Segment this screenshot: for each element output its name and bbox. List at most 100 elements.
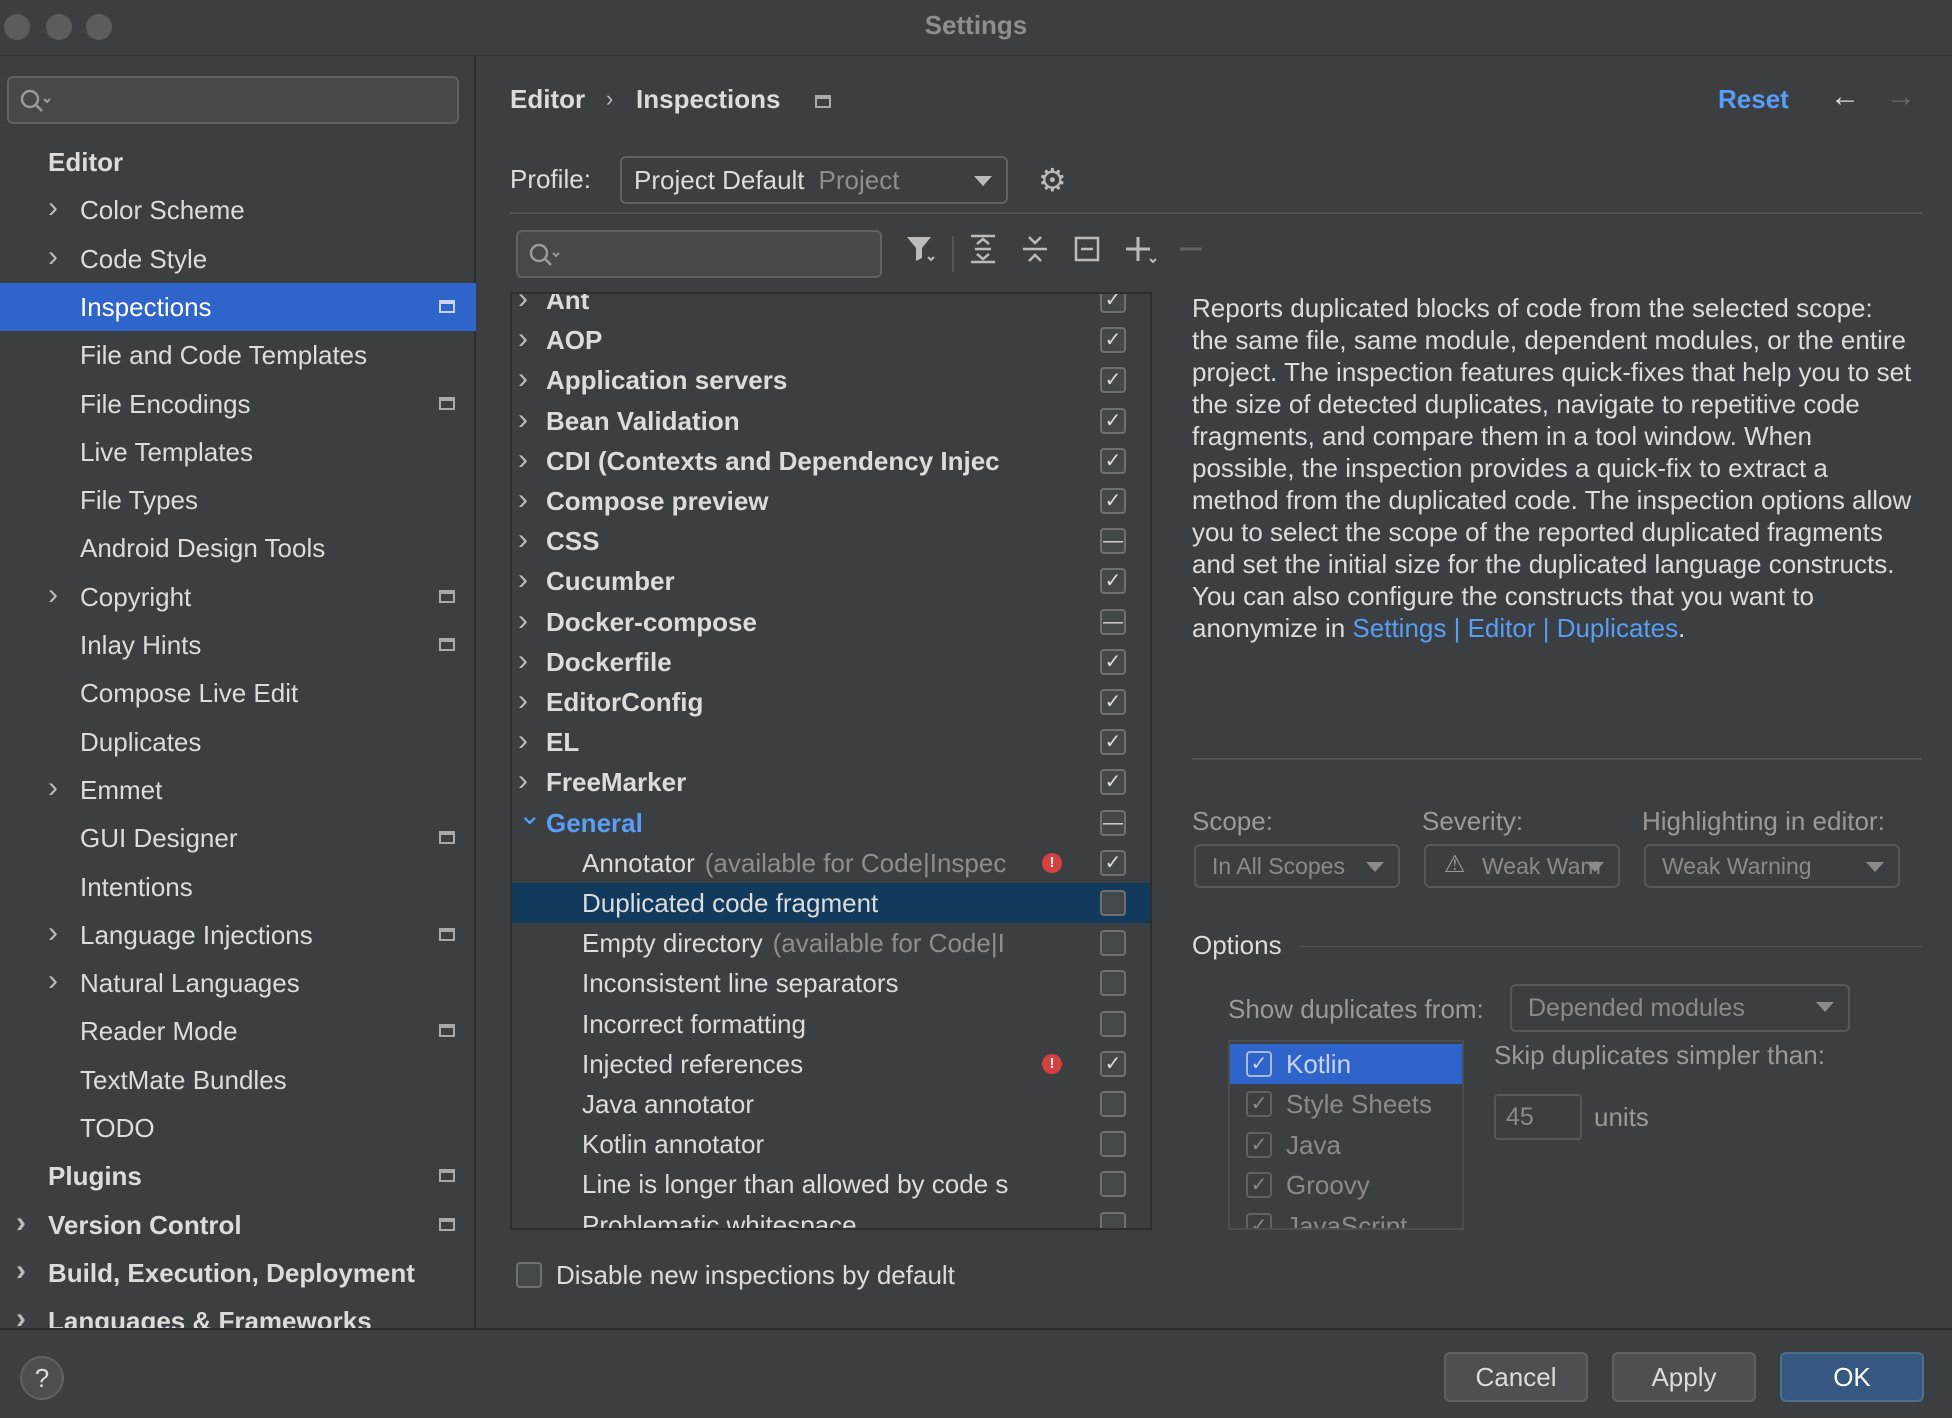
- reset-to-default-icon[interactable]: [1072, 232, 1102, 277]
- ok-button[interactable]: OK: [1780, 1352, 1924, 1402]
- inspection-group-row[interactable]: › EditorConfig ✓: [512, 682, 1150, 722]
- sidebar-item-file-and-code-templates[interactable]: File and Code Templates: [0, 331, 476, 379]
- chevron-right-icon[interactable]: ›: [518, 642, 528, 680]
- sidebar-item-compose-live-edit[interactable]: Compose Live Edit: [0, 669, 476, 717]
- sidebar-item-version-control[interactable]: › Version Control: [0, 1201, 476, 1249]
- inspection-group-row[interactable]: › FreeMarker ✓: [512, 762, 1150, 802]
- sidebar-item-live-templates[interactable]: Live Templates: [0, 428, 476, 476]
- inspection-checkbox[interactable]: —: [1100, 809, 1126, 836]
- sidebar-item-color-scheme[interactable]: › Color Scheme: [0, 186, 476, 234]
- chevron-right-icon[interactable]: ›: [518, 481, 528, 519]
- sidebar-item-build-execution-deployment[interactable]: › Build, Execution, Deployment: [0, 1249, 476, 1297]
- inspection-group-row[interactable]: › Compose preview ✓: [512, 481, 1150, 521]
- inspection-checkbox[interactable]: [1100, 890, 1126, 916]
- cancel-button[interactable]: Cancel: [1444, 1352, 1588, 1402]
- chevron-right-icon[interactable]: ›: [48, 235, 58, 279]
- sidebar-item-emmet[interactable]: › Emmet: [0, 766, 476, 814]
- sidebar-item-reader-mode[interactable]: Reader Mode: [0, 1007, 476, 1055]
- inspection-checkbox[interactable]: ✓: [1100, 769, 1126, 796]
- inspection-row[interactable]: Incorrect formatting: [512, 1004, 1150, 1044]
- language-item-style-sheets[interactable]: ✓ Style Sheets: [1230, 1084, 1462, 1124]
- sidebar-item-textmate-bundles[interactable]: TextMate Bundles: [0, 1056, 476, 1104]
- chevron-right-icon[interactable]: ›: [48, 573, 58, 617]
- chevron-right-icon[interactable]: ›: [518, 682, 528, 720]
- language-item-java[interactable]: ✓ Java: [1230, 1125, 1462, 1165]
- inspection-group-row[interactable]: › Application servers ✓: [512, 360, 1150, 400]
- language-checkbox[interactable]: ✓: [1246, 1131, 1272, 1158]
- inspection-row[interactable]: Java annotator: [512, 1084, 1150, 1124]
- sidebar-item-android-design-tools[interactable]: Android Design Tools: [0, 524, 476, 572]
- chevron-right-icon[interactable]: ›: [48, 186, 58, 230]
- language-checkbox[interactable]: ✓: [1246, 1051, 1272, 1077]
- chevron-right-icon[interactable]: ›: [48, 766, 58, 810]
- back-arrow-icon[interactable]: ←: [1830, 80, 1860, 114]
- chevron-right-icon[interactable]: ›: [518, 401, 528, 439]
- inspection-group-row[interactable]: › CSS —: [512, 521, 1150, 561]
- chevron-right-icon[interactable]: ›: [16, 1249, 26, 1293]
- sidebar-item-file-encodings[interactable]: File Encodings: [0, 380, 476, 428]
- chevron-right-icon[interactable]: ›: [518, 320, 528, 358]
- filter-icon[interactable]: [904, 232, 938, 277]
- language-item-javascript[interactable]: ✓ JavaScript: [1230, 1206, 1462, 1228]
- inspection-checkbox[interactable]: —: [1100, 608, 1126, 635]
- inspection-row[interactable]: Injected references! ✓: [512, 1044, 1150, 1084]
- inspection-group-row[interactable]: › Dockerfile ✓: [512, 642, 1150, 682]
- inspection-checkbox[interactable]: [1100, 1131, 1126, 1158]
- inspection-group-row[interactable]: › Docker-compose —: [512, 602, 1150, 642]
- inspection-row[interactable]: Empty directory (available for Code|I: [512, 923, 1150, 963]
- inspection-checkbox[interactable]: ✓: [1100, 689, 1126, 715]
- language-item-groovy[interactable]: ✓ Groovy: [1230, 1165, 1462, 1205]
- chevron-right-icon[interactable]: ›: [48, 959, 58, 1003]
- settings-duplicates-link[interactable]: Settings | Editor | Duplicates: [1352, 613, 1678, 643]
- inspection-checkbox[interactable]: ✓: [1100, 407, 1126, 434]
- collapse-all-icon[interactable]: [1020, 232, 1050, 277]
- inspection-checkbox[interactable]: [1100, 1091, 1126, 1117]
- inspection-row[interactable]: Annotator (available for Code|Inspec! ✓: [512, 843, 1150, 883]
- inspection-row[interactable]: Inconsistent line separators: [512, 963, 1150, 1003]
- inspection-row[interactable]: Problematic whitespace: [512, 1205, 1150, 1228]
- breadcrumb-editor[interactable]: Editor: [510, 84, 585, 115]
- inspection-checkbox[interactable]: ✓: [1100, 367, 1126, 394]
- inspection-checkbox[interactable]: ✓: [1100, 729, 1126, 756]
- inspection-checkbox[interactable]: ✓: [1100, 488, 1126, 514]
- inspection-checkbox[interactable]: [1100, 1211, 1126, 1228]
- inspection-checkbox[interactable]: —: [1100, 528, 1126, 555]
- inspection-checkbox[interactable]: [1100, 930, 1126, 957]
- help-button[interactable]: ?: [20, 1356, 64, 1400]
- chevron-right-icon[interactable]: ›: [518, 441, 528, 479]
- inspection-group-row[interactable]: › Cucumber ✓: [512, 561, 1150, 601]
- inspection-group-row[interactable]: › AOP ✓: [512, 320, 1150, 360]
- reset-button[interactable]: Reset: [1718, 84, 1789, 115]
- chevron-right-icon[interactable]: ›: [518, 360, 528, 398]
- inspection-checkbox[interactable]: ✓: [1100, 1050, 1126, 1077]
- chevron-right-icon[interactable]: ›: [518, 602, 528, 640]
- sidebar-item-file-types[interactable]: File Types: [0, 476, 476, 524]
- forward-arrow-icon[interactable]: →: [1886, 80, 1916, 114]
- apply-button[interactable]: Apply: [1612, 1352, 1756, 1402]
- language-checkbox[interactable]: ✓: [1246, 1091, 1272, 1118]
- chevron-down-icon[interactable]: ⌄: [518, 795, 541, 835]
- sidebar-item-todo[interactable]: TODO: [0, 1104, 476, 1152]
- disable-new-inspections-checkbox[interactable]: [516, 1262, 542, 1288]
- language-item-kotlin[interactable]: ✓ Kotlin: [1230, 1044, 1462, 1084]
- language-checkbox[interactable]: ✓: [1246, 1172, 1272, 1199]
- sidebar-item-plugins[interactable]: Plugins: [0, 1152, 476, 1200]
- inspection-checkbox[interactable]: ✓: [1100, 849, 1126, 876]
- inspections-search-input[interactable]: [516, 230, 882, 278]
- sidebar-item-intentions[interactable]: Intentions: [0, 863, 476, 911]
- gear-icon[interactable]: ⚙: [1038, 164, 1067, 196]
- sidebar-item-copyright[interactable]: › Copyright: [0, 573, 476, 621]
- inspection-group-row[interactable]: › Bean Validation ✓: [512, 401, 1150, 441]
- inspection-checkbox[interactable]: [1100, 1171, 1126, 1198]
- chevron-right-icon[interactable]: ›: [518, 294, 528, 318]
- inspection-row[interactable]: Duplicated code fragment: [512, 883, 1150, 923]
- sidebar-search-input[interactable]: [7, 76, 459, 124]
- sidebar-item-language-injections[interactable]: › Language Injections: [0, 911, 476, 959]
- profile-dropdown[interactable]: Project Default Project: [620, 156, 1008, 204]
- inspection-row[interactable]: Kotlin annotator: [512, 1124, 1150, 1164]
- inspection-row[interactable]: Line is longer than allowed by code s: [512, 1164, 1150, 1204]
- sidebar-item-inspections[interactable]: Inspections: [0, 282, 476, 331]
- language-checkbox[interactable]: ✓: [1246, 1212, 1272, 1228]
- show-duplicates-dropdown[interactable]: Depended modules: [1510, 984, 1850, 1032]
- sidebar-item-code-style[interactable]: › Code Style: [0, 235, 476, 283]
